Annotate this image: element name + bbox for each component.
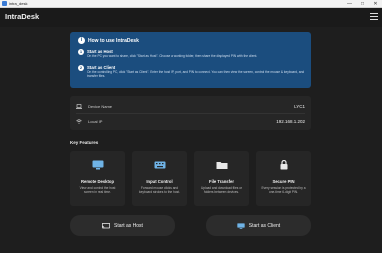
device-name-label: Device Name [88,103,113,109]
local-ip-label: Local IP [88,118,103,124]
close-icon[interactable]: ✕ [369,0,382,8]
features-title: Key Features [70,140,99,145]
local-ip-value: 192.168.1.202 [276,118,305,124]
step-number: 2 [78,65,84,71]
window-titlebar[interactable]: intra_desk — □ ✕ [0,0,382,8]
step-number: 1 [78,49,84,55]
start-as-client-button[interactable]: Start as Client [206,215,311,236]
feature-description: Every session is protected by a one-time… [261,186,306,195]
feature-title: Remote Desktop [80,179,115,184]
step-description: On the PC you want to share, click "Star… [87,54,258,58]
feature-description: Forward mouse clicks and keyboard stroke… [139,186,180,195]
monitor-icon [237,222,245,229]
app-header: IntraDesk [0,8,382,27]
feature-title: File Transfer [209,179,234,184]
maximize-icon[interactable]: □ [356,0,369,8]
minimize-icon[interactable]: — [343,0,356,8]
info-icon: i [78,37,85,44]
feature-card-file-transfer: File Transfer Upload and download files … [194,151,249,206]
device-info-card: Device Name LYC1 Local IP 192.168.1.202 [70,96,311,130]
window-title: intra_desk [9,1,28,6]
menu-icon[interactable] [370,13,378,21]
howto-card: i How to use IntraDesk 1 Start as Host O… [70,32,311,88]
device-name-value: LYC1 [294,103,305,109]
wifi-icon [76,118,82,124]
local-ip-row: Local IP 192.168.1.202 [76,114,305,128]
lock-icon [280,159,287,170]
feature-title: Secure PIN [272,179,295,184]
start-as-client-label: Start as Client [248,222,281,229]
app-icon [2,1,7,6]
keyboard-icon [154,161,165,169]
feature-card-secure-pin: Secure PIN Every session is protected by… [256,151,311,206]
feature-card-remote-desktop: Remote Desktop View and control the host… [70,151,125,206]
start-as-host-label: Start as Host [114,222,143,229]
howto-step: 1 Start as Host On the PC you want to sh… [78,49,309,58]
howto-title: How to use IntraDesk [88,37,139,44]
app-name: IntraDesk [5,12,40,21]
start-as-host-button[interactable]: Start as Host [70,215,175,236]
howto-step: 2 Start as Client On the controlling PC,… [78,65,309,78]
laptop-icon [76,103,82,109]
feature-description: Upload and download files or folders bet… [200,186,243,195]
feature-description: View and control the host screen in real… [79,186,116,195]
device-name-row: Device Name LYC1 [76,99,305,113]
feature-title: Input Control [146,179,173,184]
cast-icon [102,222,111,228]
feature-card-input-control: Input Control Forward mouse clicks and k… [132,151,187,206]
step-description: On the controlling PC, click "Start as C… [87,70,305,78]
monitor-icon [92,160,103,170]
folder-icon [216,162,227,169]
